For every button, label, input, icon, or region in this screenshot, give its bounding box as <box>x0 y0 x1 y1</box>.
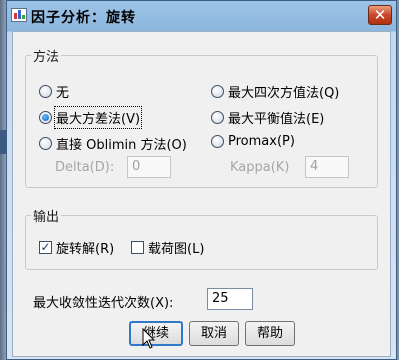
radio-indicator[interactable] <box>211 135 224 148</box>
radio-indicator[interactable] <box>211 111 224 124</box>
radio-indicator[interactable] <box>39 137 52 150</box>
checkmark-icon[interactable]: ✓ <box>39 241 52 254</box>
spss-chart-icon <box>11 8 27 22</box>
radio-indicator[interactable] <box>39 85 52 98</box>
max-iterations-label: 最大收敛性迭代次数(X): <box>33 296 174 311</box>
dialog-client-area: 方法 无 最大方差法(V) 直接 Oblimin 方法(O) 最大四次方值法(Q… <box>12 31 391 357</box>
delta-label: Delta(D): <box>55 160 115 175</box>
output-group-legend: 输出 <box>33 210 60 225</box>
radio-varimax-label: 最大方差法(V) <box>53 106 143 129</box>
radio-none-label: 无 <box>56 86 70 101</box>
kappa-label: Kappa(K) <box>230 160 290 175</box>
title-bar: 因子分析：旋转 ✕ <box>7 1 396 31</box>
max-iterations-input[interactable]: 25 <box>207 288 253 310</box>
radio-indicator[interactable] <box>39 111 52 124</box>
kappa-input[interactable]: 4 <box>305 156 349 178</box>
radio-none[interactable]: 无 <box>39 82 69 101</box>
close-button[interactable]: ✕ <box>368 5 392 25</box>
radio-quartimax-label: 最大四次方值法(Q) <box>228 86 340 101</box>
delta-input[interactable]: 0 <box>127 156 171 178</box>
close-icon: ✕ <box>373 6 387 24</box>
dialog-title: 因子分析：旋转 <box>31 10 136 26</box>
checkbox-rotated-solution[interactable]: ✓ 旋转解(R) <box>39 238 114 257</box>
radio-direct-oblimin-label: 直接 Oblimin 方法(O) <box>56 138 187 153</box>
continue-button[interactable]: 继续 <box>129 321 183 346</box>
help-button[interactable]: 帮助 <box>245 321 295 346</box>
mouse-pointer-icon <box>142 328 156 349</box>
radio-quartimax[interactable]: 最大四次方值法(Q) <box>211 82 339 101</box>
radio-promax-label: Promax(P) <box>228 134 295 149</box>
rotated-solution-label: 旋转解(R) <box>56 242 115 257</box>
loading-plot-label: 载荷图(L) <box>148 242 205 257</box>
checkbox-indicator[interactable] <box>131 241 144 254</box>
radio-equamax-label: 最大平衡值法(E) <box>228 112 325 127</box>
method-group-legend: 方法 <box>33 50 60 65</box>
dialog-window: 因子分析：旋转 ✕ 方法 无 最大方差法(V) 直接 Oblimin 方法(O)… <box>6 0 397 360</box>
cancel-button[interactable]: 取消 <box>189 321 239 346</box>
radio-promax[interactable]: Promax(P) <box>211 134 295 149</box>
radio-equamax[interactable]: 最大平衡值法(E) <box>211 108 324 127</box>
radio-indicator[interactable] <box>211 85 224 98</box>
radio-varimax[interactable]: 最大方差法(V) <box>39 106 143 129</box>
radio-direct-oblimin[interactable]: 直接 Oblimin 方法(O) <box>39 134 187 153</box>
checkbox-loading-plot[interactable]: 载荷图(L) <box>131 238 204 257</box>
